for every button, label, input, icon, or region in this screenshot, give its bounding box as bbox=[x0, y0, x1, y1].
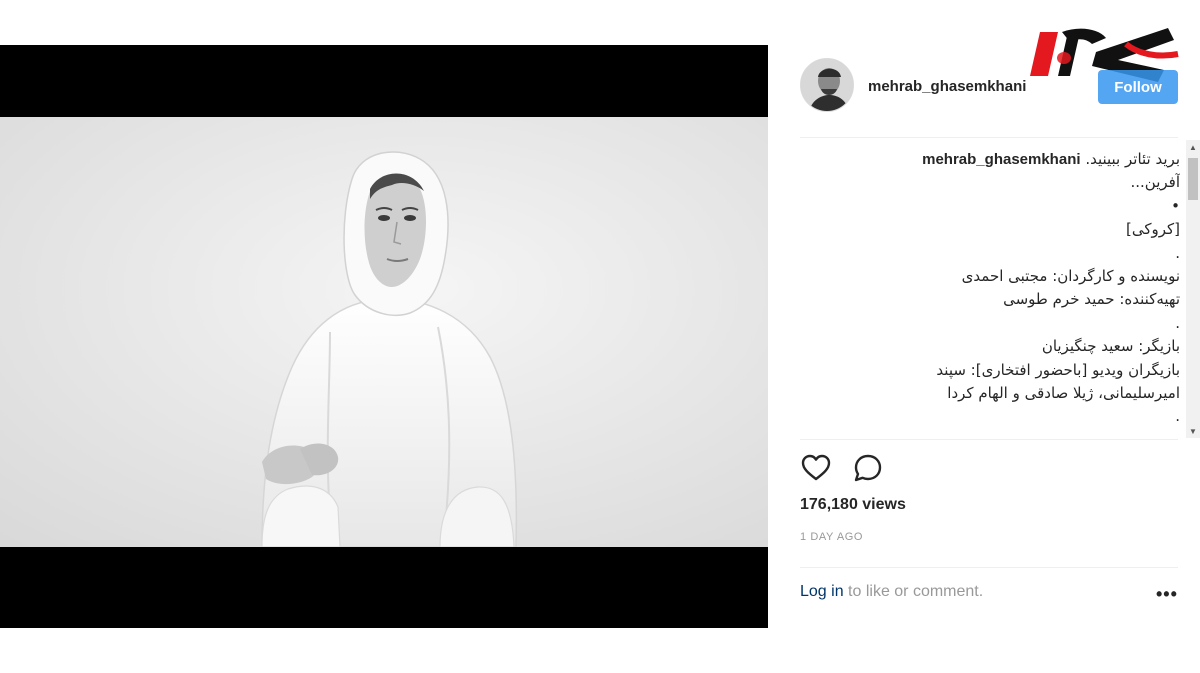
scroll-down-arrow-icon[interactable]: ▼ bbox=[1186, 424, 1200, 438]
follow-button[interactable]: Follow bbox=[1098, 70, 1178, 104]
header-username[interactable]: mehrab_ghasemkhani bbox=[868, 78, 1026, 95]
login-prompt: Log in to like or comment. bbox=[800, 583, 983, 601]
caption-line: [کروکی] bbox=[1125, 220, 1180, 239]
footer-divider bbox=[800, 567, 1178, 568]
login-link[interactable]: Log in bbox=[800, 583, 844, 600]
caption-scrollbar[interactable]: ▲ ▼ bbox=[1186, 140, 1200, 438]
caption-line: . bbox=[1175, 243, 1180, 262]
caption-divider bbox=[800, 439, 1178, 440]
speech-bubble-icon[interactable] bbox=[852, 452, 884, 484]
scroll-thumb[interactable] bbox=[1188, 158, 1198, 200]
post-media[interactable] bbox=[0, 45, 768, 628]
caption-line: • bbox=[1171, 196, 1180, 215]
video-still bbox=[0, 117, 768, 547]
caption-line: برید تئاتر ببینید. mehrab_ghasemkhani bbox=[800, 148, 1180, 171]
header-divider bbox=[800, 137, 1178, 138]
scroll-up-arrow-icon[interactable]: ▲ bbox=[1186, 140, 1200, 154]
post-header: mehrab_ghasemkhani Follow bbox=[800, 58, 1178, 118]
views-count: 176,180 views bbox=[800, 496, 906, 513]
caption-line: تهیه‌کننده: حمید خرم طوسی bbox=[1003, 290, 1180, 309]
login-prompt-text: to like or comment. bbox=[843, 583, 984, 600]
caption-line: بازیگر: سعید چنگیزیان bbox=[1041, 337, 1180, 356]
caption-line: بازیگران ویدیو [باحضور افتخاری]: سپند bbox=[936, 360, 1180, 379]
avatar[interactable] bbox=[800, 58, 854, 112]
caption-line: آفرین... bbox=[1130, 173, 1180, 192]
caption-line: . bbox=[1175, 407, 1180, 426]
post-timestamp[interactable]: 1 DAY AGO bbox=[800, 531, 863, 543]
action-bar bbox=[800, 452, 920, 488]
caption-username[interactable]: mehrab_ghasemkhani bbox=[922, 151, 1080, 168]
heart-icon[interactable] bbox=[800, 452, 832, 484]
caption-line: امیرسلیمانی، ژیلا صادقی و الهام کردا bbox=[947, 383, 1180, 402]
caption-text: برید تئاتر ببینید. bbox=[1085, 150, 1180, 168]
more-options-icon[interactable]: ••• bbox=[1156, 584, 1178, 605]
caption-line: . bbox=[1175, 313, 1180, 332]
caption-line: نویسنده و کارگردان: مجتبی احمدی bbox=[961, 266, 1180, 285]
video-frame[interactable] bbox=[0, 117, 768, 547]
caption: برید تئاتر ببینید. mehrab_ghasemkhani آف… bbox=[800, 148, 1180, 440]
